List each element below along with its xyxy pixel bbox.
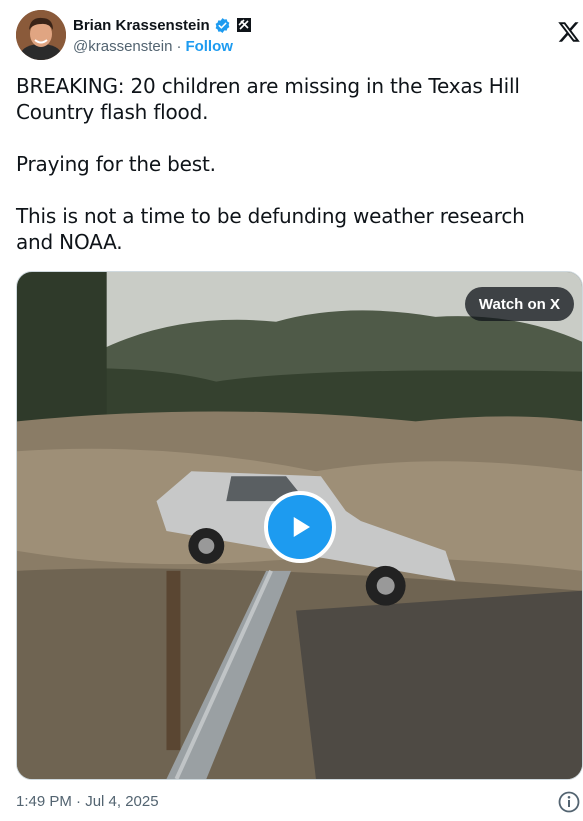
tweet-paragraph: Praying for the best. [16,152,216,176]
x-logo-icon[interactable] [557,20,581,44]
play-icon [293,517,310,537]
tweet-text: BREAKING: 20 children are missing in the… [16,73,566,255]
display-name[interactable]: Brian Krassenstein [73,17,210,34]
name-row: Brian Krassenstein [73,15,252,35]
video-player[interactable]: Watch on X [16,271,583,780]
tweet-header: Brian Krassenstein @krassenstein · Follo… [16,10,583,60]
avatar[interactable] [16,10,66,60]
verified-badge-icon [215,17,230,33]
handle[interactable]: @krassenstein [73,38,172,55]
tweet-paragraph: BREAKING: 20 children are missing in the… [16,74,520,124]
follow-button[interactable]: Follow [185,38,233,55]
handle-row: @krassenstein · Follow [73,38,233,55]
timestamp[interactable]: 1:49 PM · Jul 4, 2025 [16,793,159,810]
separator-dot: · [176,38,182,55]
affiliation-icon [236,18,251,32]
play-button[interactable] [264,491,336,563]
tweet-paragraph: This is not a time to be defunding weath… [16,204,525,254]
watch-on-x-button[interactable]: Watch on X [464,287,574,321]
info-icon[interactable] [557,790,581,814]
tweet-footer: 1:49 PM · Jul 4, 2025 [16,790,583,814]
